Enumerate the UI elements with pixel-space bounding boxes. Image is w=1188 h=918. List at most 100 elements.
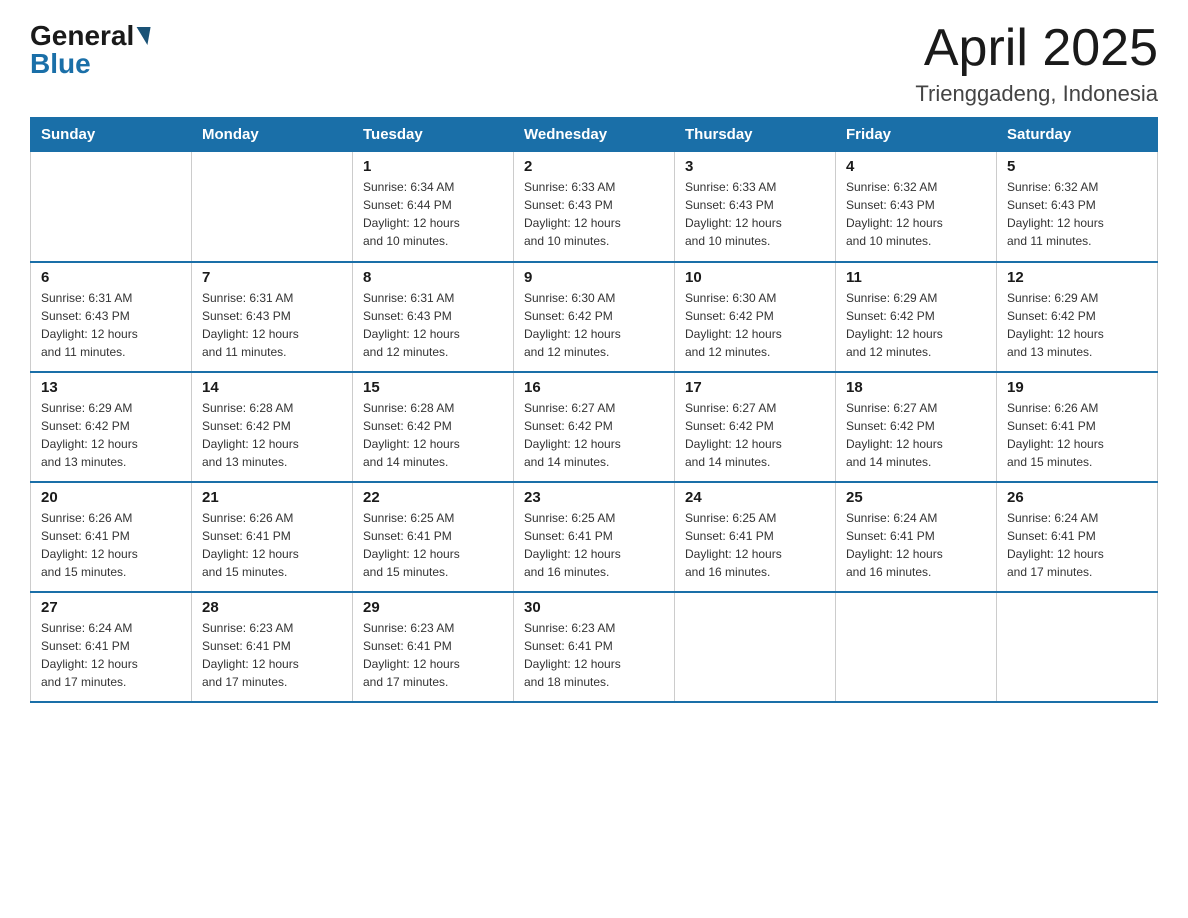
header-saturday: Saturday <box>997 118 1158 152</box>
day-info: Sunrise: 6:31 AMSunset: 6:43 PMDaylight:… <box>202 289 342 361</box>
calendar-cell: 27 Sunrise: 6:24 AMSunset: 6:41 PMDayligh… <box>31 592 192 702</box>
calendar-week-row: 1 Sunrise: 6:34 AMSunset: 6:44 PMDaylight… <box>31 152 1158 262</box>
logo-blue: Blue <box>30 48 91 80</box>
day-number: 15 <box>363 379 503 396</box>
day-number: 25 <box>846 489 986 506</box>
day-number: 11 <box>846 269 986 286</box>
day-number: 9 <box>524 269 664 286</box>
day-info: Sunrise: 6:27 AMSunset: 6:42 PMDaylight:… <box>524 399 664 471</box>
calendar-table: SundayMondayTuesdayWednesdayThursdayFrid… <box>30 117 1158 703</box>
calendar-cell: 10 Sunrise: 6:30 AMSunset: 6:42 PMDayligh… <box>675 262 836 372</box>
calendar-cell: 29Sunrise: 6:23 AMSunset: 6:41 PMDayligh… <box>353 592 514 702</box>
day-info: Sunrise: 6:26 AMSunset: 6:41 PMDaylight:… <box>41 509 181 581</box>
logo-arrow-icon <box>134 27 151 45</box>
calendar-cell: 11Sunrise: 6:29 AMSunset: 6:42 PMDayligh… <box>836 262 997 372</box>
calendar-cell: 19 Sunrise: 6:26 AMSunset: 6:41 PMDayligh… <box>997 372 1158 482</box>
day-number: 21 <box>202 489 342 506</box>
day-info: Sunrise: 6:33 AMSunset: 6:43 PMDaylight:… <box>524 178 664 250</box>
day-info: Sunrise: 6:26 AMSunset: 6:41 PMDaylight:… <box>202 509 342 581</box>
calendar-cell: 25 Sunrise: 6:24 AMSunset: 6:41 PMDayligh… <box>836 482 997 592</box>
calendar-cell <box>836 592 997 702</box>
calendar-cell <box>997 592 1158 702</box>
day-number: 24 <box>685 489 825 506</box>
day-number: 10 <box>685 269 825 286</box>
day-number: 8 <box>363 269 503 286</box>
calendar-cell: 12Sunrise: 6:29 AMSunset: 6:42 PMDayligh… <box>997 262 1158 372</box>
calendar-cell: 2Sunrise: 6:33 AMSunset: 6:43 PMDaylight… <box>514 152 675 262</box>
calendar-cell: 18 Sunrise: 6:27 AMSunset: 6:42 PMDayligh… <box>836 372 997 482</box>
day-number: 3 <box>685 158 825 175</box>
day-info: Sunrise: 6:28 AMSunset: 6:42 PMDaylight:… <box>202 399 342 471</box>
calendar-cell <box>192 152 353 262</box>
calendar-cell <box>31 152 192 262</box>
day-number: 6 <box>41 269 181 286</box>
day-info: Sunrise: 6:23 AMSunset: 6:41 PMDaylight:… <box>363 619 503 691</box>
calendar-cell: 5 Sunrise: 6:32 AMSunset: 6:43 PMDaylight… <box>997 152 1158 262</box>
day-info: Sunrise: 6:23 AMSunset: 6:41 PMDaylight:… <box>202 619 342 691</box>
day-info: Sunrise: 6:24 AMSunset: 6:41 PMDaylight:… <box>41 619 181 691</box>
day-number: 27 <box>41 599 181 616</box>
calendar-cell: 20 Sunrise: 6:26 AMSunset: 6:41 PMDayligh… <box>31 482 192 592</box>
day-number: 1 <box>363 158 503 175</box>
calendar-cell: 14Sunrise: 6:28 AMSunset: 6:42 PMDayligh… <box>192 372 353 482</box>
calendar-week-row: 6 Sunrise: 6:31 AMSunset: 6:43 PMDaylight… <box>31 262 1158 372</box>
calendar-cell: 3 Sunrise: 6:33 AMSunset: 6:43 PMDaylight… <box>675 152 836 262</box>
calendar-week-row: 13 Sunrise: 6:29 AMSunset: 6:42 PMDayligh… <box>31 372 1158 482</box>
day-number: 12 <box>1007 269 1147 286</box>
day-info: Sunrise: 6:28 AMSunset: 6:42 PMDaylight:… <box>363 399 503 471</box>
day-info: Sunrise: 6:25 AMSunset: 6:41 PMDaylight:… <box>685 509 825 581</box>
day-number: 16 <box>524 379 664 396</box>
calendar-cell <box>675 592 836 702</box>
day-info: Sunrise: 6:26 AMSunset: 6:41 PMDaylight:… <box>1007 399 1147 471</box>
calendar-cell: 22Sunrise: 6:25 AMSunset: 6:41 PMDayligh… <box>353 482 514 592</box>
calendar-cell: 8Sunrise: 6:31 AMSunset: 6:43 PMDaylight… <box>353 262 514 372</box>
calendar-cell: 15 Sunrise: 6:28 AMSunset: 6:42 PMDayligh… <box>353 372 514 482</box>
header-wednesday: Wednesday <box>514 118 675 152</box>
calendar-cell: 17 Sunrise: 6:27 AMSunset: 6:42 PMDayligh… <box>675 372 836 482</box>
calendar-cell: 26 Sunrise: 6:24 AMSunset: 6:41 PMDayligh… <box>997 482 1158 592</box>
calendar-cell: 7Sunrise: 6:31 AMSunset: 6:43 PMDaylight… <box>192 262 353 372</box>
day-info: Sunrise: 6:27 AMSunset: 6:42 PMDaylight:… <box>846 399 986 471</box>
calendar-cell: 13 Sunrise: 6:29 AMSunset: 6:42 PMDayligh… <box>31 372 192 482</box>
logo: General Blue <box>30 20 150 80</box>
day-info: Sunrise: 6:33 AMSunset: 6:43 PMDaylight:… <box>685 178 825 250</box>
header-thursday: Thursday <box>675 118 836 152</box>
calendar-cell: 16 Sunrise: 6:27 AMSunset: 6:42 PMDayligh… <box>514 372 675 482</box>
day-info: Sunrise: 6:30 AMSunset: 6:42 PMDaylight:… <box>685 289 825 361</box>
page-header: General Blue April 2025 Trienggadeng, In… <box>30 20 1158 107</box>
day-info: Sunrise: 6:29 AMSunset: 6:42 PMDaylight:… <box>41 399 181 471</box>
header-friday: Friday <box>836 118 997 152</box>
calendar-cell: 28 Sunrise: 6:23 AMSunset: 6:41 PMDayligh… <box>192 592 353 702</box>
day-info: Sunrise: 6:31 AMSunset: 6:43 PMDaylight:… <box>41 289 181 361</box>
calendar-cell: 23Sunrise: 6:25 AMSunset: 6:41 PMDayligh… <box>514 482 675 592</box>
day-info: Sunrise: 6:32 AMSunset: 6:43 PMDaylight:… <box>1007 178 1147 250</box>
day-number: 28 <box>202 599 342 616</box>
day-number: 5 <box>1007 158 1147 175</box>
month-title: April 2025 <box>915 20 1158 77</box>
calendar-cell: 30Sunrise: 6:23 AMSunset: 6:41 PMDayligh… <box>514 592 675 702</box>
day-number: 17 <box>685 379 825 396</box>
day-info: Sunrise: 6:24 AMSunset: 6:41 PMDaylight:… <box>846 509 986 581</box>
day-info: Sunrise: 6:30 AMSunset: 6:42 PMDaylight:… <box>524 289 664 361</box>
day-info: Sunrise: 6:34 AMSunset: 6:44 PMDaylight:… <box>363 178 503 250</box>
day-info: Sunrise: 6:25 AMSunset: 6:41 PMDaylight:… <box>524 509 664 581</box>
day-info: Sunrise: 6:23 AMSunset: 6:41 PMDaylight:… <box>524 619 664 691</box>
day-number: 20 <box>41 489 181 506</box>
header-sunday: Sunday <box>31 118 192 152</box>
calendar-week-row: 27 Sunrise: 6:24 AMSunset: 6:41 PMDayligh… <box>31 592 1158 702</box>
day-info: Sunrise: 6:24 AMSunset: 6:41 PMDaylight:… <box>1007 509 1147 581</box>
calendar-cell: 4Sunrise: 6:32 AMSunset: 6:43 PMDaylight… <box>836 152 997 262</box>
calendar-cell: 6 Sunrise: 6:31 AMSunset: 6:43 PMDaylight… <box>31 262 192 372</box>
day-number: 22 <box>363 489 503 506</box>
calendar-header-row: SundayMondayTuesdayWednesdayThursdayFrid… <box>31 118 1158 152</box>
day-number: 19 <box>1007 379 1147 396</box>
header-tuesday: Tuesday <box>353 118 514 152</box>
location-subtitle: Trienggadeng, Indonesia <box>915 81 1158 107</box>
header-monday: Monday <box>192 118 353 152</box>
day-number: 26 <box>1007 489 1147 506</box>
day-number: 4 <box>846 158 986 175</box>
day-number: 13 <box>41 379 181 396</box>
day-number: 18 <box>846 379 986 396</box>
day-info: Sunrise: 6:27 AMSunset: 6:42 PMDaylight:… <box>685 399 825 471</box>
calendar-cell: 1 Sunrise: 6:34 AMSunset: 6:44 PMDaylight… <box>353 152 514 262</box>
